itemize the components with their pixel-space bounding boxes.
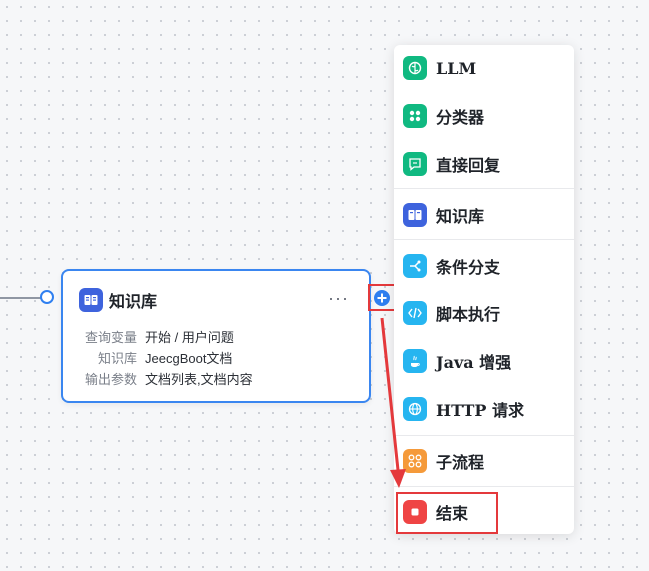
annotation-arrow xyxy=(380,317,406,488)
